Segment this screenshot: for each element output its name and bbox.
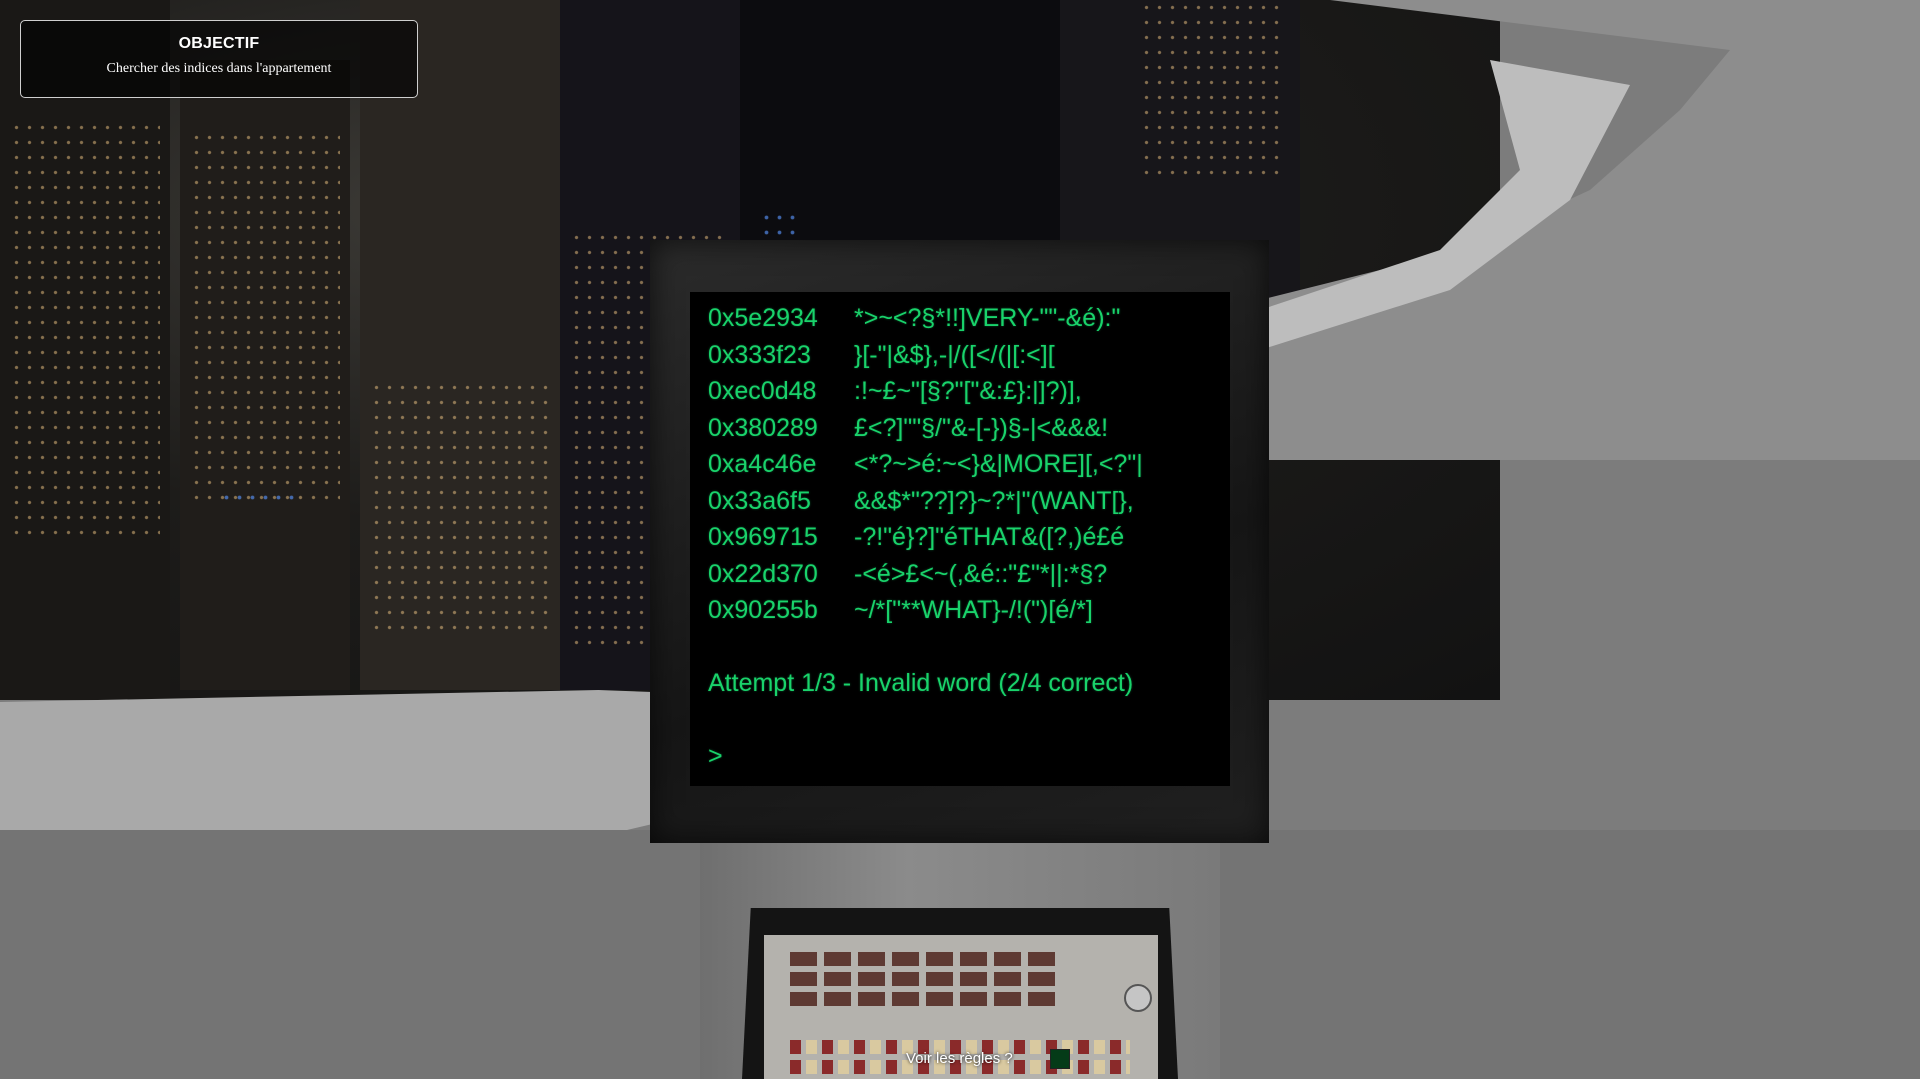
objective-text: Chercher des indices dans l'appartement bbox=[106, 61, 332, 76]
terminal-input-prompt[interactable]: > bbox=[708, 738, 1212, 775]
building-windows bbox=[190, 130, 340, 510]
memory-address: 0x333f23 bbox=[708, 340, 811, 369]
memory-address: 0x380289 bbox=[708, 413, 818, 442]
terminal-memory-dump: 0x5e2934 *>~<?§*!!]VERY-""-&é):" 0x333f23}… bbox=[708, 300, 1212, 629]
memory-address: 0x5e2934 bbox=[708, 304, 818, 332]
terminal-line[interactable]: 0x33a6f5 &&$*"??]?}~?*|"(WANT[}, bbox=[708, 483, 1212, 520]
room-wall-left bbox=[0, 690, 680, 840]
memory-data[interactable]: :!~£~"[§?"["&:£}:|]?)], bbox=[854, 377, 1082, 405]
terminal-status: Attempt 1/3 - Invalid word (2/4 correct) bbox=[708, 669, 1134, 697]
objective-title: OBJECTIF bbox=[178, 35, 260, 52]
memory-address: 0x90255b bbox=[708, 596, 818, 624]
memory-data[interactable]: &&$*"??]?}~?*|"(WANT[}, bbox=[854, 487, 1134, 515]
memory-data[interactable]: ~/*["**WHAT}-/!(")[é/*] bbox=[854, 596, 1093, 624]
memory-data[interactable]: }[-"|&$},-|/([</(|[:<][ bbox=[854, 341, 1055, 369]
terminal-line[interactable]: 0x969715 -?!"é}?]"éTHAT&([?,)é£é bbox=[708, 519, 1212, 556]
memory-address: 0x33a6f5 bbox=[708, 486, 811, 515]
blue-sign bbox=[220, 490, 300, 510]
see-rules-link[interactable]: Voir les règles ? bbox=[906, 1050, 1013, 1067]
memory-address: 0xec0d48 bbox=[708, 377, 817, 405]
terminal-line[interactable]: 0x333f23 }[-"|&$},-|/([</(|[:<][ bbox=[708, 337, 1212, 374]
memory-address: 0x969715 bbox=[708, 523, 818, 551]
terminal-screen[interactable]: 0x5e2934 *>~<?§*!!]VERY-""-&é):" 0x333f23}… bbox=[690, 292, 1230, 786]
objective-panel: OBJECTIF Chercher des indices dans l'app… bbox=[20, 20, 418, 98]
terminal-monitor[interactable]: 0x5e2934 *>~<?§*!!]VERY-""-&é):" 0x333f23}… bbox=[650, 240, 1269, 843]
terminal-line[interactable]: 0x90255b ~/*["**WHAT}-/!(")[é/*] bbox=[708, 592, 1212, 629]
keyboard-knob[interactable] bbox=[1124, 984, 1152, 1012]
terminal-line[interactable]: 0x380289 £<?]""§/"&-[-})§-|<&&&! bbox=[708, 410, 1212, 447]
memory-address: 0x22d370 bbox=[708, 559, 818, 588]
terminal-line[interactable]: 0x22d370 -<é>£<~(,&é::"£"*||:*§? bbox=[708, 556, 1212, 593]
terminal-line[interactable]: 0x5e2934 *>~<?§*!!]VERY-""-&é):" bbox=[708, 300, 1212, 337]
blue-sign bbox=[760, 210, 800, 240]
terminal-line[interactable]: 0xec0d48 :!~£~"[§?"["&:£}:|]?)], bbox=[708, 373, 1212, 410]
memory-data[interactable]: -<é>£<~(,&é::"£"*||:*§? bbox=[854, 560, 1107, 588]
memory-data[interactable]: *>~<?§*!!]VERY-""-&é):" bbox=[854, 304, 1120, 332]
terminal-spacer bbox=[708, 629, 1212, 666]
building-windows bbox=[1140, 0, 1280, 180]
memory-data[interactable]: -?!"é}?]"éTHAT&([?,)é£é bbox=[854, 523, 1124, 551]
memory-data[interactable]: £<?]""§/"&-[-})§-|<&&&! bbox=[854, 414, 1108, 442]
memory-data[interactable]: <*?~>é:~<}&|MORE][,<?"| bbox=[854, 450, 1143, 478]
rules-indicator bbox=[1050, 1049, 1070, 1069]
building-windows bbox=[10, 120, 160, 540]
terminal-spacer bbox=[708, 702, 1212, 739]
memory-address: 0xa4c46e bbox=[708, 450, 817, 478]
terminal-line[interactable]: 0xa4c46e <*?~>é:~<}&|MORE][,<?"| bbox=[708, 446, 1212, 483]
keyboard-keys-top[interactable] bbox=[790, 952, 1062, 1012]
building-windows bbox=[370, 380, 550, 640]
